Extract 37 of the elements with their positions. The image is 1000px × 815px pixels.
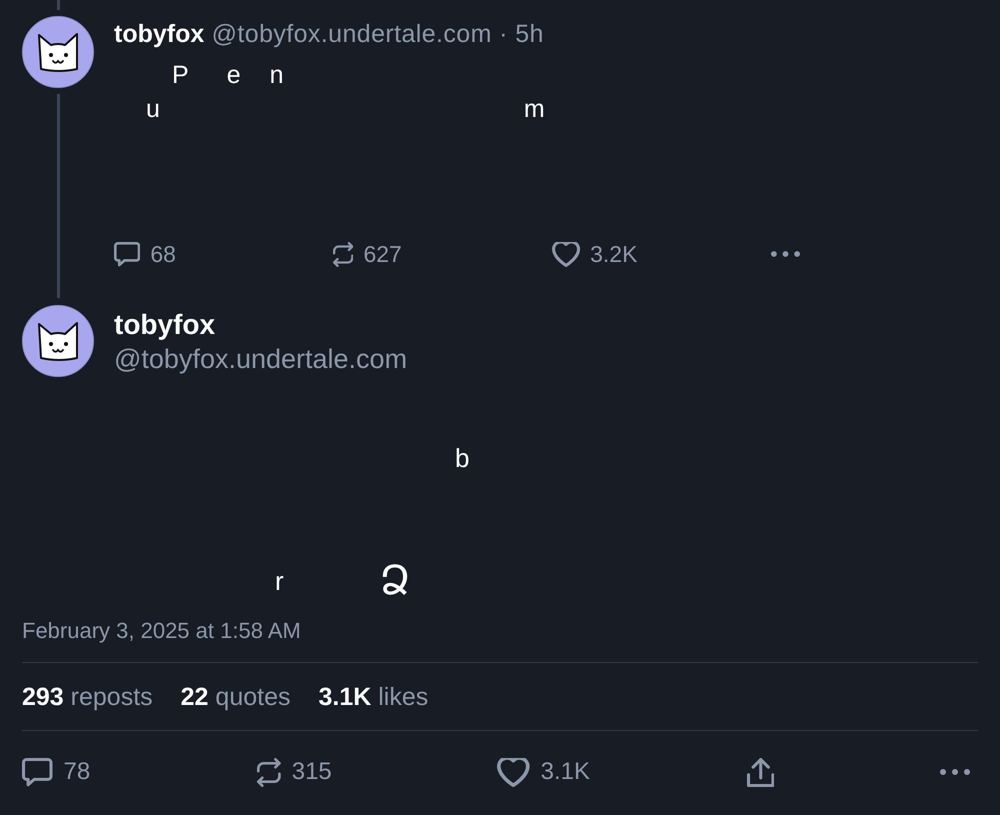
- reply-button[interactable]: 78: [22, 758, 90, 786]
- heart-icon: [497, 758, 530, 786]
- text-fragment: b: [455, 442, 470, 475]
- engagement-count-link[interactable]: 3.1K likes: [318, 682, 428, 712]
- engagement-count-link[interactable]: 293 reposts: [22, 682, 153, 712]
- text-fragment: e: [226, 60, 241, 91]
- text-fragment: r: [275, 565, 284, 598]
- repost-button[interactable]: 315: [257, 758, 332, 786]
- like-button[interactable]: 3.1K: [497, 758, 590, 786]
- share-icon: [747, 758, 774, 786]
- text-fragment: u: [146, 94, 160, 125]
- author-name[interactable]: tobyfox: [114, 309, 408, 341]
- repost-icon: [333, 242, 354, 266]
- heart-icon: [552, 242, 580, 266]
- post-time: · 5h: [499, 20, 544, 48]
- more-button[interactable]: [771, 251, 800, 257]
- cat-avatar-icon[interactable]: [22, 16, 94, 88]
- text-fragment: m: [524, 94, 545, 125]
- engagement-count-link[interactable]: 22 quotes: [180, 682, 290, 712]
- more-icon: [771, 251, 800, 257]
- more-icon: [940, 769, 970, 775]
- comment-icon: [114, 242, 140, 266]
- share-button[interactable]: [747, 758, 774, 786]
- text-fragment: n: [270, 60, 284, 91]
- text-fragment: Ձ: [380, 557, 410, 605]
- text-fragment: P: [172, 60, 189, 91]
- more-button[interactable]: [940, 769, 970, 775]
- repost-icon: [257, 758, 281, 786]
- like-button[interactable]: 3.2K: [552, 240, 638, 268]
- post-timestamp: February 3, 2025 at 1:58 AM: [22, 617, 302, 645]
- cat-avatar-icon[interactable]: [22, 305, 94, 377]
- repost-button[interactable]: 627: [333, 240, 402, 268]
- comment-icon: [22, 758, 53, 786]
- reply-button[interactable]: 68: [114, 240, 176, 268]
- author-name[interactable]: tobyfox: [114, 20, 204, 48]
- author-handle[interactable]: @tobyfox.undertale.com: [212, 20, 492, 48]
- author-handle[interactable]: @tobyfox.undertale.com: [114, 343, 408, 375]
